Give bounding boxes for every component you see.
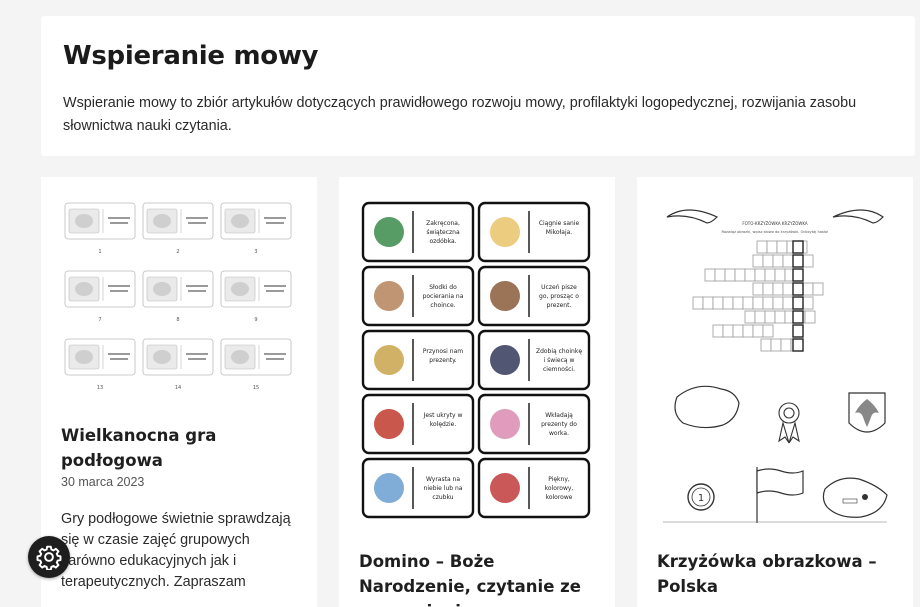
svg-text:choince.: choince. xyxy=(430,302,455,309)
domino-tile: Słodki do pocierania na choince. xyxy=(361,265,475,327)
page-title: Wspieranie mowy xyxy=(63,41,319,71)
svg-text:Uczeń pisze: Uczeń pisze xyxy=(541,284,577,291)
post-excerpt: Gry podłogowe świetnie sprawdzają się w … xyxy=(61,511,291,590)
card-number: 9 xyxy=(254,317,257,323)
svg-text:Wkładają: Wkładają xyxy=(545,412,573,419)
crossword-heading: FOTO-KRZYŻÓWKA KRZYŻÓWKA xyxy=(742,221,808,226)
domino-tile: Zdobią choinkę i świecą w ciemności. xyxy=(477,329,591,391)
domino-tile: Wkładają prezenty do worka. xyxy=(477,393,591,455)
card-number: 14 xyxy=(175,385,181,391)
card-number: 2 xyxy=(176,249,179,255)
svg-text:1: 1 xyxy=(698,493,704,504)
domino-tile: Ciągnie sanie Mikołaja. xyxy=(477,201,591,263)
svg-text:Wyrasta na: Wyrasta na xyxy=(426,476,460,483)
coin-icon: 1 xyxy=(687,483,715,511)
svg-text:niebie lub na: niebie lub na xyxy=(424,485,463,492)
card-number: 8 xyxy=(176,317,179,323)
svg-text:prezenty.: prezenty. xyxy=(429,357,457,364)
card-number: 7 xyxy=(98,317,101,323)
svg-text:Jest ukryty w: Jest ukryty w xyxy=(423,412,463,419)
category-description: Wspieranie mowy to zbiór artykułów dotyc… xyxy=(63,95,857,134)
card-number: 13 xyxy=(97,385,103,391)
domino-tile: Jest ukryty w kolędzie. xyxy=(361,393,475,455)
eagle-emblem-icon xyxy=(848,392,886,433)
svg-text:Mikołaja.: Mikołaja. xyxy=(546,229,573,236)
svg-text:kolorowy,: kolorowy, xyxy=(545,485,574,492)
category-header: Wspieranie mowy Wspieranie mowy to zbiór… xyxy=(41,16,915,156)
svg-text:prezenty do: prezenty do xyxy=(541,421,577,428)
domino-tile: Przynosi nam prezenty. xyxy=(361,329,475,391)
svg-text:czubku: czubku xyxy=(432,494,453,501)
svg-text:kolędzie.: kolędzie. xyxy=(430,421,457,428)
svg-text:prezent.: prezent. xyxy=(547,302,572,309)
post-thumbnail[interactable]: FOTO-KRZYŻÓWKA KRZYŻÓWKA Rozwiąż obrazki… xyxy=(657,197,893,527)
post-card-wielkanocna[interactable]: 1 2 3 7 8 9 13 14 15 Wielkanocna gra podłogowa 3… xyxy=(41,177,317,607)
post-thumbnail[interactable]: 1 2 3 7 8 9 13 14 15 xyxy=(61,197,297,407)
svg-text:ozdóbka.: ozdóbka. xyxy=(429,238,456,245)
post-date: 30 marca 2023 xyxy=(61,475,145,489)
post-title[interactable]: Krzyżówka obrazkowa – Polska xyxy=(657,549,897,599)
svg-text:worka.: worka. xyxy=(549,430,569,437)
domino-tile: Zakręcona, świąteczna ozdóbka. xyxy=(361,201,475,263)
post-card-domino[interactable]: Zakręcona, świąteczna ozdóbka. Ciągnie sani… xyxy=(339,177,615,607)
gear-icon xyxy=(36,545,62,570)
domino-tile: Wyrasta na niebie lub na czubku xyxy=(361,457,475,519)
domino-tile: Piękny, kolorowy, kolorowe xyxy=(477,457,591,519)
svg-text:Słodki do: Słodki do xyxy=(429,284,457,291)
card-number: 1 xyxy=(98,249,101,255)
svg-text:Piękny,: Piękny, xyxy=(548,476,570,483)
post-card-krzyzowka[interactable]: FOTO-KRZYŻÓWKA KRZYŻÓWKA Rozwiąż obrazki… xyxy=(637,177,913,607)
poland-map-icon xyxy=(674,385,740,429)
svg-text:świąteczna: świąteczna xyxy=(426,229,460,236)
card-number: 15 xyxy=(253,385,259,391)
domino-tile: Uczeń pisze go, prosząc o prezent. xyxy=(477,265,591,327)
post-title[interactable]: Wielkanocna gra podłogowa xyxy=(61,423,261,473)
svg-text:ciemności.: ciemności. xyxy=(543,366,575,373)
svg-text:Zakręcona,: Zakręcona, xyxy=(426,220,460,227)
svg-text:kolorowe: kolorowe xyxy=(546,494,573,501)
svg-text:go, prosząc o: go, prosząc o xyxy=(539,293,579,300)
card-number: 3 xyxy=(254,249,257,255)
svg-text:i świecą w: i świecą w xyxy=(544,357,575,364)
crossword-subheading: Rozwiąż obrazki, wpisz słowo do krzyżówk… xyxy=(722,230,829,234)
svg-text:Ciągnie sanie: Ciągnie sanie xyxy=(539,220,580,227)
post-thumbnail[interactable]: Zakręcona, świąteczna ozdóbka. Ciągnie sani… xyxy=(359,197,595,527)
post-title[interactable]: Domino – Boże Narodzenie, czytanie ze zr… xyxy=(359,549,609,607)
svg-text:pocierania na: pocierania na xyxy=(423,293,464,300)
svg-text:Zdobią choinkę: Zdobią choinkę xyxy=(536,348,582,355)
settings-button[interactable] xyxy=(28,536,70,578)
svg-text:Przynosi nam: Przynosi nam xyxy=(423,348,463,355)
